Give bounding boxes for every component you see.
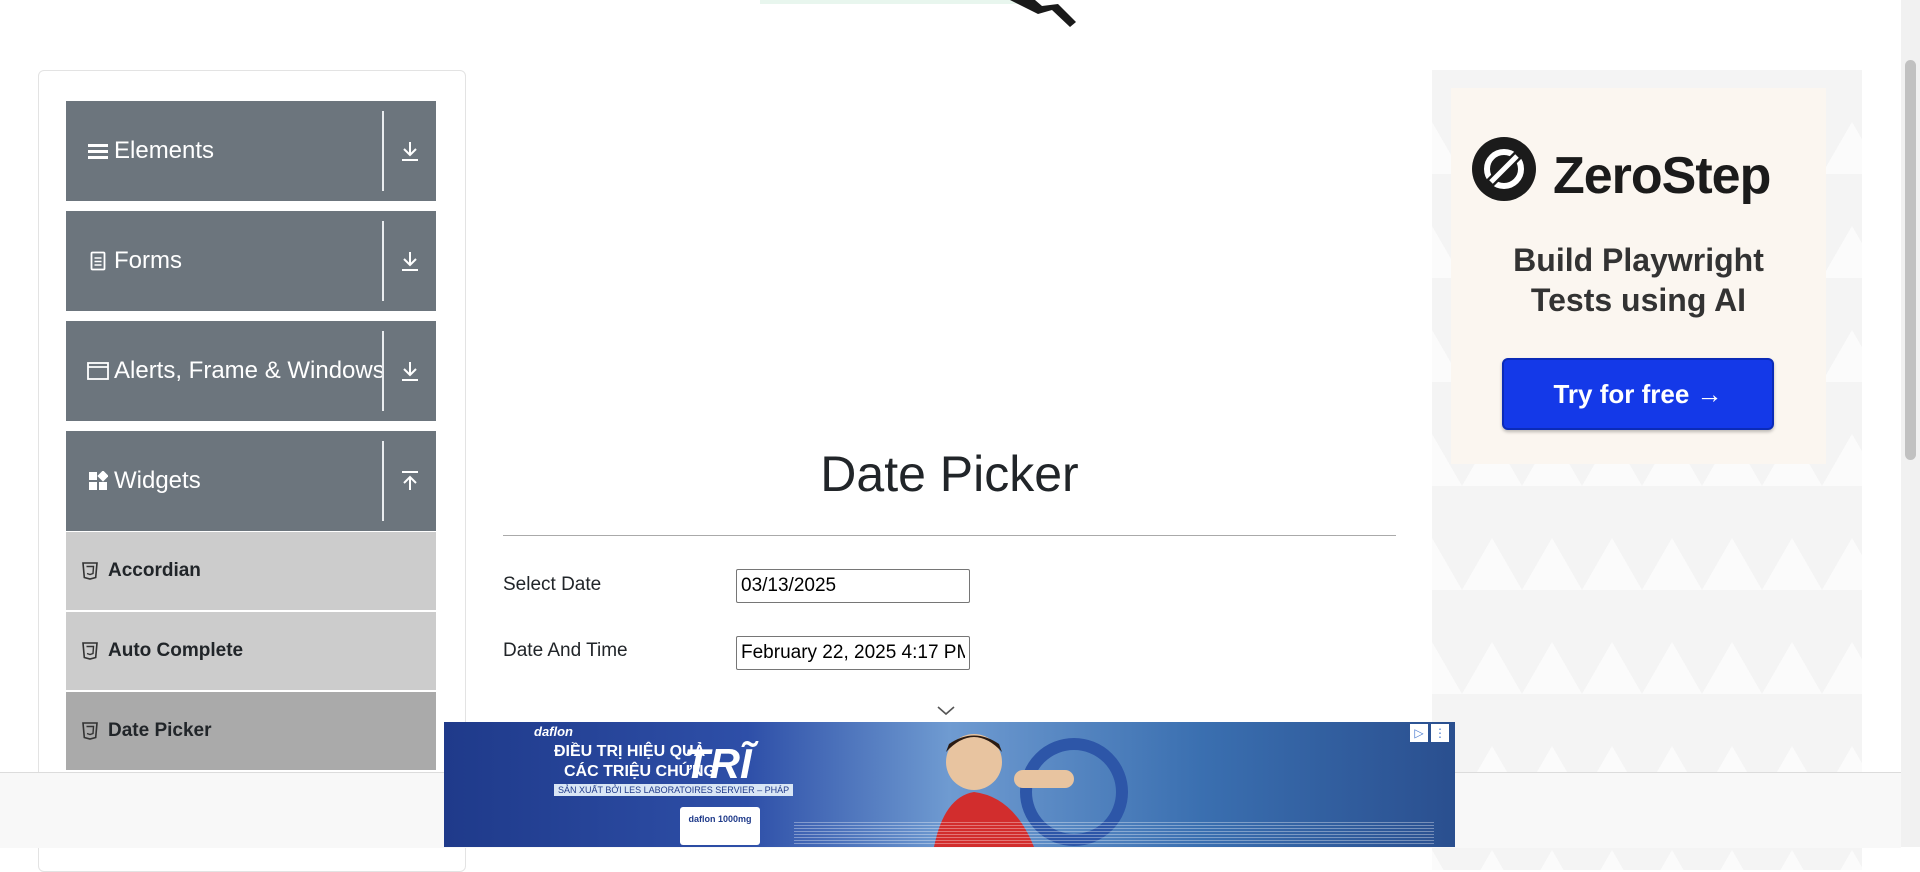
ad-fine-print — [794, 822, 1434, 844]
date-time-input[interactable] — [736, 636, 970, 670]
ad-brand: ZeroStep — [1553, 147, 1771, 205]
page-title: Date Picker — [820, 446, 1079, 502]
divider — [382, 111, 384, 191]
hamburger-icon — [86, 141, 110, 161]
download-arrow-icon[interactable] — [394, 211, 426, 311]
try-for-free-button[interactable]: Try for free → — [1502, 358, 1774, 430]
toolsqa-logo-partial — [760, 0, 1076, 27]
sidebar-group-forms[interactable]: Forms — [66, 211, 436, 311]
sidebar-group-elements[interactable]: Elements — [66, 101, 436, 201]
ad-tagline: Build Playwright Tests using AI — [1451, 240, 1826, 320]
document-icon — [86, 251, 110, 271]
scrollbar-thumb[interactable] — [1905, 60, 1916, 460]
zerostep-logo-icon — [1472, 137, 1536, 201]
sidebar: Elements Forms Alerts, Frame & Windows W… — [38, 70, 466, 872]
ad-menu-icon[interactable]: ⋮ — [1431, 724, 1449, 742]
upload-arrow-icon[interactable] — [394, 431, 426, 531]
ad-tagline-line-1: Build Playwright — [1513, 242, 1764, 278]
ad-subline: SẢN XUẤT BỞI LES LABORATOIRES SERVIER – … — [554, 784, 794, 796]
vertical-scrollbar[interactable] — [1901, 0, 1920, 847]
chevron-down-icon[interactable] — [935, 704, 957, 718]
title-divider — [503, 535, 1396, 536]
sidebar-group-label: Elements — [114, 137, 215, 164]
sidebar-item-auto-complete[interactable]: Auto Complete — [66, 612, 436, 690]
sidebar-item-label: Accordian — [108, 560, 201, 581]
ad-headline-big: TRĨ — [684, 740, 752, 787]
ad-controls: ▷ ⋮ — [1410, 724, 1449, 742]
select-date-input[interactable] — [736, 569, 970, 603]
divider — [382, 441, 384, 521]
html5-icon — [82, 561, 100, 581]
divider — [382, 221, 384, 301]
adchoices-icon[interactable]: ▷ — [1410, 724, 1428, 742]
ad-card: ZeroStep Build Playwright Tests using AI… — [1451, 88, 1826, 464]
product-pack: daflon 1000mg — [680, 807, 760, 845]
ad-tagline-line-2: Tests using AI — [1530, 282, 1747, 318]
ad-zerostep[interactable]: ZeroStep Build Playwright Tests using AI… — [1432, 70, 1862, 870]
ad-daflon[interactable]: daflon ĐIỀU TRỊ HIỆU QUẢ CÁC TRIỆU CHỨNG… — [444, 722, 1455, 847]
sidebar-group-alerts[interactable]: Alerts, Frame & Windows — [66, 321, 436, 421]
sidebar-group-label: Alerts, Frame & Windows — [114, 357, 385, 384]
divider — [382, 331, 384, 411]
sidebar-item-accordian[interactable]: Accordian — [66, 532, 436, 610]
download-arrow-icon[interactable] — [394, 321, 426, 421]
window-icon — [86, 362, 110, 380]
sidebar-group-label: Widgets — [114, 467, 201, 494]
sidebar-group-label: Forms — [114, 247, 182, 274]
sidebar-item-label: Auto Complete — [108, 640, 244, 661]
html5-icon — [82, 641, 100, 661]
download-arrow-icon[interactable] — [394, 101, 426, 201]
select-date-label: Select Date — [503, 574, 602, 595]
date-time-label: Date And Time — [503, 640, 628, 661]
html5-icon — [82, 721, 100, 741]
sidebar-item-date-picker[interactable]: Date Picker — [66, 692, 436, 770]
ad-brand: daflon — [534, 724, 573, 739]
widgets-icon — [86, 471, 110, 491]
sidebar-item-label: Date Picker — [108, 720, 212, 741]
sidebar-group-widgets[interactable]: Widgets — [66, 431, 436, 531]
